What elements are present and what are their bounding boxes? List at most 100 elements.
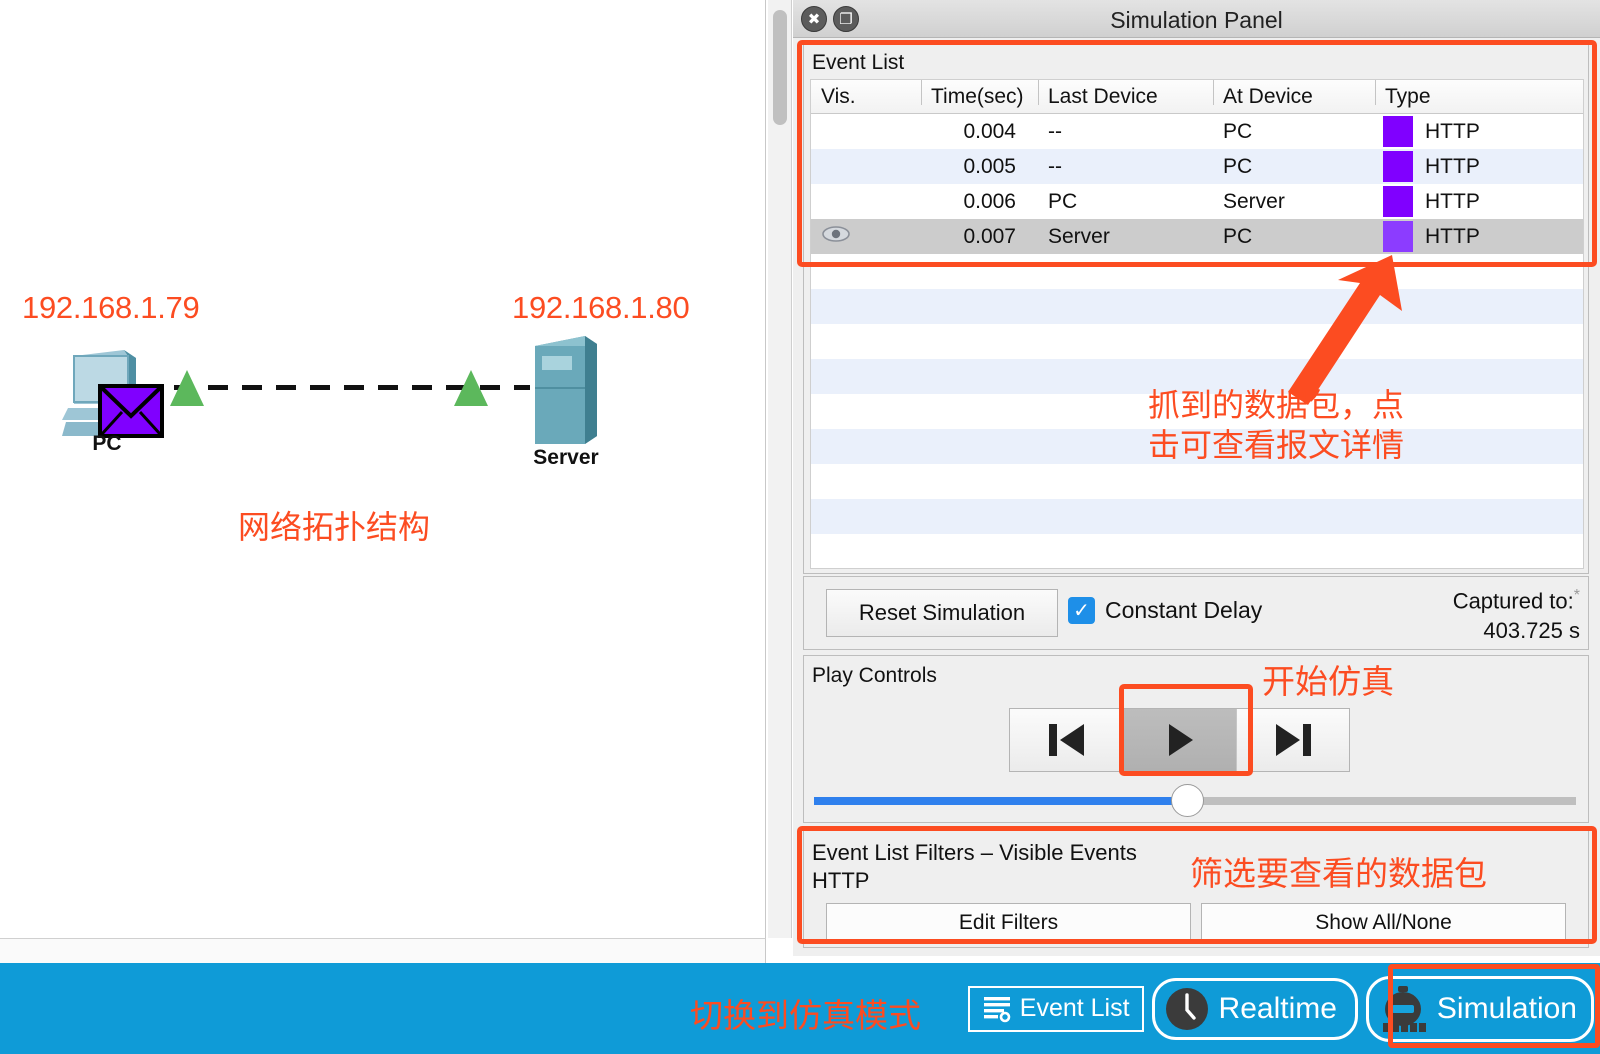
- event-list-filters-buttons: Edit Filters Show All/None: [826, 903, 1566, 943]
- skip-forward-icon: [1270, 720, 1316, 760]
- constant-delay-label: Constant Delay: [1105, 597, 1262, 624]
- bottom-toolbar: 切换到仿真模式 Event List Realtime: [0, 963, 1600, 1054]
- table-empty-row: [811, 429, 1583, 464]
- row-time-cell: 0.007: [921, 225, 1038, 249]
- constant-delay-checkbox[interactable]: ✓: [1068, 597, 1095, 624]
- simulation-panel-title: Simulation Panel: [793, 7, 1600, 34]
- pane-scrollbar-thumb[interactable]: [773, 10, 787, 125]
- stopwatch-icon: [1377, 983, 1429, 1035]
- eye-icon[interactable]: [821, 225, 851, 243]
- table-empty-row: [811, 394, 1583, 429]
- event-list-icon: [982, 994, 1012, 1024]
- show-all-none-button[interactable]: Show All/None: [1201, 903, 1566, 943]
- edit-filters-button[interactable]: Edit Filters: [826, 903, 1191, 943]
- row-time-cell: 0.005: [921, 155, 1038, 179]
- event-list-section-title: Event List: [804, 45, 1588, 79]
- constant-delay-toggle[interactable]: ✓ Constant Delay: [1068, 597, 1262, 624]
- skip-back-icon: [1044, 720, 1090, 760]
- row-at-device-cell: PC: [1213, 225, 1375, 249]
- pc-ip-annotation: 192.168.1.79: [22, 290, 199, 326]
- table-empty-row: [811, 464, 1583, 499]
- pane-vertical-scrollbar[interactable]: [768, 0, 792, 938]
- pc-device-label: PC: [62, 432, 152, 456]
- row-last-device-cell: --: [1038, 155, 1213, 179]
- row-vis-cell[interactable]: [811, 225, 921, 249]
- event-list-filters-section: Event List Filters – Visible Events HTTP…: [803, 830, 1589, 948]
- event-list-table[interactable]: Vis. Time(sec) Last Device At Device Typ…: [810, 79, 1584, 569]
- row-time-cell: 0.004: [921, 120, 1038, 144]
- table-empty-row: [811, 499, 1583, 534]
- packet-color-swatch: [1383, 116, 1413, 147]
- play-controls-button-group: [1009, 708, 1350, 772]
- server-device-icon[interactable]: [527, 332, 605, 452]
- row-type-label: HTTP: [1425, 120, 1480, 144]
- packet-color-swatch: [1383, 186, 1413, 217]
- event-list-toggle-label: Event List: [1020, 994, 1130, 1023]
- event-list-filters-title: Event List Filters – Visible Events: [804, 831, 1588, 868]
- slider-track-filled: [814, 797, 1187, 805]
- table-empty-row: [811, 534, 1583, 569]
- topology-caption-annotation: 网络拓扑结构: [238, 502, 430, 548]
- slider-knob[interactable]: [1171, 784, 1204, 817]
- row-at-device-cell: PC: [1213, 155, 1375, 179]
- row-type-cell: HTTP: [1375, 116, 1583, 147]
- play-controls-section: Play Controls: [803, 655, 1589, 823]
- row-last-device-cell: Server: [1038, 225, 1213, 249]
- table-row[interactable]: 0.005 -- PC HTTP: [811, 149, 1583, 184]
- link-direction-arrow-left: [170, 370, 204, 406]
- row-last-device-cell: --: [1038, 120, 1213, 144]
- reset-simulation-button[interactable]: Reset Simulation: [826, 589, 1058, 637]
- simulation-speed-slider[interactable]: [814, 797, 1576, 805]
- server-device-label: Server: [512, 446, 620, 470]
- simulation-mode-button[interactable]: Simulation: [1366, 976, 1594, 1042]
- row-type-label: HTTP: [1425, 155, 1480, 179]
- event-list-toggle-button[interactable]: Event List: [968, 986, 1144, 1032]
- packet-color-swatch: [1383, 151, 1413, 182]
- simulation-panel: ✖ ❐ Simulation Panel Event List Vis. Tim…: [793, 0, 1600, 956]
- simulation-controls-strip: Reset Simulation ✓ Constant Delay Captur…: [803, 576, 1589, 650]
- event-list-filters-value: HTTP: [804, 868, 1588, 894]
- event-list-section: Event List Vis. Time(sec) Last Device At…: [803, 44, 1589, 574]
- column-header-vis[interactable]: Vis.: [811, 85, 921, 109]
- row-type-cell: HTTP: [1375, 151, 1583, 182]
- row-type-cell: HTTP: [1375, 186, 1583, 217]
- table-row-selected[interactable]: 0.007 Server PC HTTP: [811, 219, 1583, 254]
- realtime-label: Realtime: [1219, 992, 1337, 1026]
- skip-forward-button[interactable]: [1236, 709, 1349, 771]
- column-header-at-device[interactable]: At Device: [1213, 85, 1375, 109]
- play-controls-title: Play Controls: [804, 656, 1588, 688]
- row-type-label: HTTP: [1425, 190, 1480, 214]
- slider-track-empty: [1187, 797, 1576, 805]
- row-at-device-cell: PC: [1213, 120, 1375, 144]
- row-last-device-cell: PC: [1038, 190, 1213, 214]
- play-icon: [1163, 720, 1197, 760]
- captured-asterisk: *: [1574, 587, 1580, 604]
- row-type-cell: HTTP: [1375, 221, 1583, 252]
- skip-back-button[interactable]: [1010, 709, 1123, 771]
- simulation-panel-titlebar: ✖ ❐ Simulation Panel: [793, 0, 1600, 38]
- table-empty-row: [811, 324, 1583, 359]
- packet-color-swatch: [1383, 221, 1413, 252]
- column-header-last-device[interactable]: Last Device: [1038, 85, 1213, 109]
- table-empty-row: [811, 289, 1583, 324]
- column-header-time[interactable]: Time(sec): [921, 85, 1038, 109]
- row-time-cell: 0.006: [921, 190, 1038, 214]
- table-empty-row: [811, 254, 1583, 289]
- play-button[interactable]: [1123, 709, 1236, 771]
- table-empty-row: [811, 359, 1583, 394]
- server-ip-annotation: 192.168.1.80: [512, 290, 689, 326]
- row-at-device-cell: Server: [1213, 190, 1375, 214]
- clock-icon: [1163, 985, 1211, 1033]
- link-direction-arrow-right: [454, 370, 488, 406]
- captured-to-label: Captured to:: [1453, 588, 1574, 613]
- switch-mode-annotation: 切换到仿真模式: [690, 989, 921, 1037]
- event-list-header-row: Vis. Time(sec) Last Device At Device Typ…: [811, 80, 1583, 114]
- captured-to-readout: Captured to:* 403.725 s: [1453, 585, 1580, 646]
- topology-canvas[interactable]: 192.168.1.79 192.168.1.80: [0, 0, 766, 938]
- table-row[interactable]: 0.004 -- PC HTTP: [811, 114, 1583, 149]
- simulation-label: Simulation: [1437, 992, 1577, 1026]
- captured-to-value: 403.725 s: [1453, 616, 1580, 646]
- column-header-type[interactable]: Type: [1375, 85, 1583, 109]
- realtime-mode-button[interactable]: Realtime: [1152, 978, 1358, 1040]
- table-row[interactable]: 0.006 PC Server HTTP: [811, 184, 1583, 219]
